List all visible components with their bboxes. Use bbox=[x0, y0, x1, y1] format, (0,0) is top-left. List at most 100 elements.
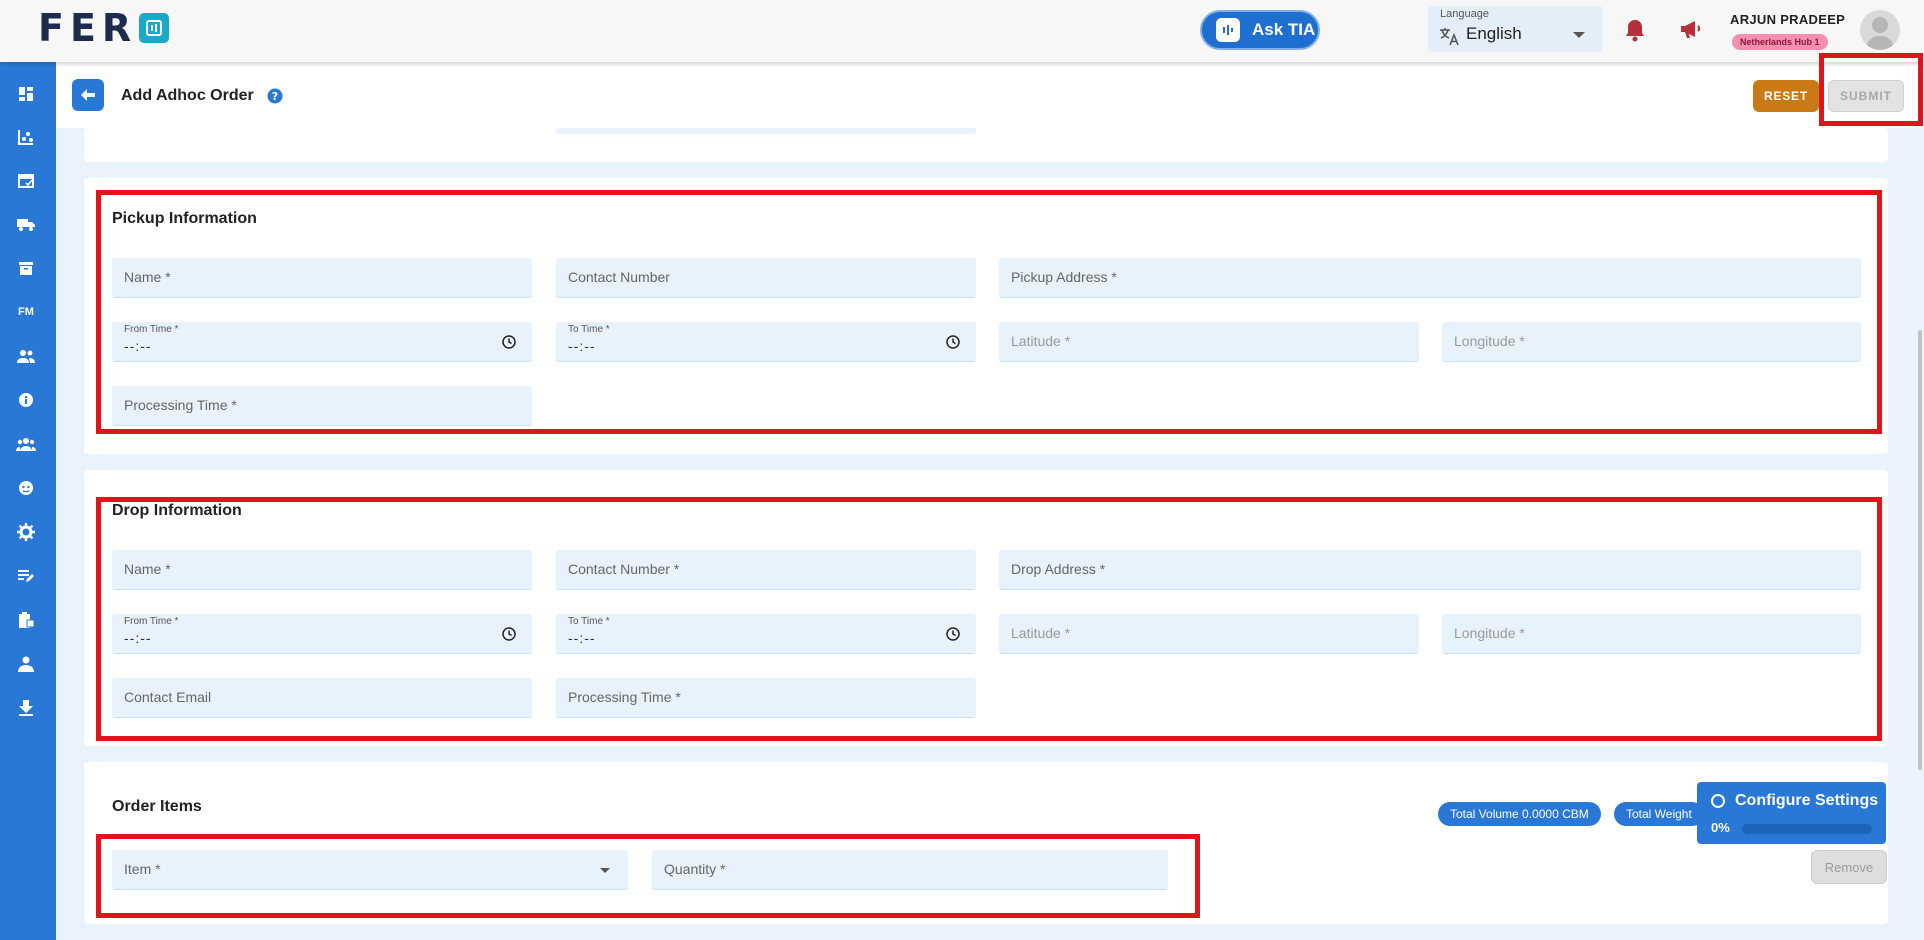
sidebar-item-groups[interactable] bbox=[14, 432, 38, 456]
drop-contact-placeholder: Contact Number * bbox=[568, 561, 680, 577]
sidebar-item-settings[interactable] bbox=[14, 520, 38, 544]
sidebar-item-info[interactable] bbox=[14, 388, 38, 412]
sidebar-item-analytics[interactable] bbox=[14, 125, 38, 149]
translate-icon bbox=[1438, 25, 1460, 52]
total-volume-badge: Total Volume 0.0000 CBM bbox=[1438, 802, 1601, 826]
drop-name-placeholder: Name * bbox=[124, 561, 171, 577]
fero-logo[interactable]: FER bbox=[38, 6, 170, 50]
pickup-name-field[interactable]: Name * bbox=[112, 258, 532, 298]
archive-icon bbox=[19, 262, 33, 275]
pickup-longitude-placeholder: Longitude * bbox=[1454, 333, 1525, 349]
pickup-from-time-value: --:-- bbox=[124, 338, 152, 354]
dashboard-icon bbox=[19, 87, 33, 101]
hub-badge: Netherlands Hub 1 bbox=[1732, 34, 1828, 50]
drop-information-card: Drop Information Name * Contact Number *… bbox=[84, 470, 1888, 746]
edit-note-icon bbox=[18, 570, 34, 582]
arrow-left-icon bbox=[81, 89, 95, 101]
pickup-contact-number-field[interactable]: Contact Number bbox=[556, 258, 976, 298]
drop-longitude-field[interactable]: Longitude * bbox=[1442, 614, 1861, 654]
pickup-latitude-field[interactable]: Latitude * bbox=[999, 322, 1419, 362]
user-name: ARJUN PRADEEP bbox=[1730, 12, 1846, 27]
pickup-address-field[interactable]: Pickup Address * bbox=[999, 258, 1861, 298]
drop-processing-placeholder: Processing Time * bbox=[568, 689, 681, 705]
drop-contact-email-field[interactable]: Contact Email bbox=[112, 678, 532, 718]
sidebar-item-archive[interactable] bbox=[14, 256, 38, 280]
page-title: Add Adhoc Order bbox=[121, 87, 254, 104]
remove-item-button[interactable]: Remove bbox=[1811, 850, 1887, 884]
pickup-to-time-caption: To Time * bbox=[568, 324, 610, 335]
drop-address-field[interactable]: Drop Address * bbox=[999, 550, 1861, 590]
language-select[interactable]: Language English bbox=[1428, 6, 1603, 52]
logo-mark-icon bbox=[139, 13, 170, 43]
top-header: FER Ask TIA Language English ARJUN PRADE… bbox=[0, 0, 1924, 62]
item-placeholder: Item * bbox=[124, 861, 161, 877]
face-icon bbox=[19, 481, 33, 495]
quantity-field[interactable]: Quantity * bbox=[652, 850, 1168, 890]
sidebar-item-notes[interactable] bbox=[14, 564, 38, 588]
sidebar-item-fm[interactable]: FM bbox=[14, 300, 38, 324]
language-value: English bbox=[1466, 24, 1522, 43]
sidebar-item-clipboard[interactable] bbox=[14, 608, 38, 632]
field-edge bbox=[556, 128, 976, 134]
sidebar-item-calendar[interactable] bbox=[14, 168, 38, 192]
order-items-card: Order Items Total Volume 0.0000 CBM Tota… bbox=[84, 762, 1888, 924]
drop-contact-number-field[interactable]: Contact Number * bbox=[556, 550, 976, 590]
settings-icon bbox=[17, 523, 35, 541]
sidebar-item-dashboard[interactable] bbox=[14, 82, 38, 106]
analytics-icon bbox=[18, 130, 33, 145]
back-button[interactable] bbox=[72, 79, 104, 111]
avatar[interactable] bbox=[1860, 10, 1900, 50]
drop-longitude-placeholder: Longitude * bbox=[1454, 625, 1525, 641]
logo-text: FER bbox=[38, 6, 138, 50]
groups-icon bbox=[16, 438, 36, 451]
drop-processing-time-field[interactable]: Processing Time * bbox=[556, 678, 976, 718]
help-icon[interactable]: ? bbox=[267, 88, 283, 109]
reset-button[interactable]: RESET bbox=[1753, 80, 1819, 112]
drop-to-time-field[interactable]: To Time * --:-- bbox=[556, 614, 976, 654]
pickup-from-time-caption: From Time * bbox=[124, 324, 179, 335]
page-toolbar: Add Adhoc Order ? RESET SUBMIT bbox=[56, 62, 1924, 128]
truck-icon bbox=[17, 219, 35, 231]
pickup-from-time-field[interactable]: From Time * --:-- bbox=[112, 322, 532, 362]
pickup-name-placeholder: Name * bbox=[124, 269, 171, 285]
language-caption: Language bbox=[1440, 8, 1489, 20]
drop-from-time-value: --:-- bbox=[124, 630, 152, 646]
item-select[interactable]: Item * bbox=[112, 850, 628, 890]
pickup-processing-time-field[interactable]: Processing Time * bbox=[112, 386, 532, 426]
bell-icon[interactable] bbox=[1624, 18, 1646, 47]
chevron-down-icon bbox=[1573, 32, 1585, 38]
sidebar-item-download[interactable] bbox=[14, 696, 38, 720]
chevron-down-icon bbox=[600, 868, 610, 873]
clipboard-icon bbox=[19, 612, 35, 628]
main-content: Pickup Information Name * Contact Number… bbox=[56, 128, 1924, 940]
voice-assistant-icon bbox=[1216, 18, 1240, 42]
sidebar-item-person[interactable] bbox=[14, 652, 38, 676]
sidebar-item-face[interactable] bbox=[14, 476, 38, 500]
person-badge-icon bbox=[18, 656, 34, 672]
order-details-card-bottom bbox=[84, 128, 1888, 162]
megaphone-icon[interactable] bbox=[1678, 18, 1702, 45]
clock-icon[interactable] bbox=[502, 335, 516, 354]
clock-icon[interactable] bbox=[946, 335, 960, 354]
drop-name-field[interactable]: Name * bbox=[112, 550, 532, 590]
configure-settings-widget[interactable]: Configure Settings 0% bbox=[1697, 782, 1886, 844]
drop-from-time-field[interactable]: From Time * --:-- bbox=[112, 614, 532, 654]
pickup-longitude-field[interactable]: Longitude * bbox=[1442, 322, 1861, 362]
drop-email-placeholder: Contact Email bbox=[124, 689, 212, 705]
download-icon bbox=[19, 700, 33, 716]
clock-icon[interactable] bbox=[946, 627, 960, 646]
drop-latitude-field[interactable]: Latitude * bbox=[999, 614, 1419, 654]
users-icon bbox=[17, 350, 35, 363]
clock-icon[interactable] bbox=[502, 627, 516, 646]
scrollbar-thumb[interactable] bbox=[1918, 330, 1922, 770]
calendar-icon bbox=[18, 174, 34, 188]
configure-progress-bar bbox=[1742, 824, 1872, 834]
sidebar-item-fleet[interactable] bbox=[14, 212, 38, 236]
pickup-address-placeholder: Pickup Address * bbox=[1011, 269, 1117, 285]
sidebar-item-users[interactable] bbox=[14, 344, 38, 368]
ask-tia-button[interactable]: Ask TIA bbox=[1200, 10, 1320, 50]
submit-button[interactable]: SUBMIT bbox=[1828, 80, 1904, 112]
fm-icon: FM bbox=[18, 306, 34, 318]
drop-section-title: Drop Information bbox=[112, 502, 242, 519]
pickup-to-time-field[interactable]: To Time * --:-- bbox=[556, 322, 976, 362]
